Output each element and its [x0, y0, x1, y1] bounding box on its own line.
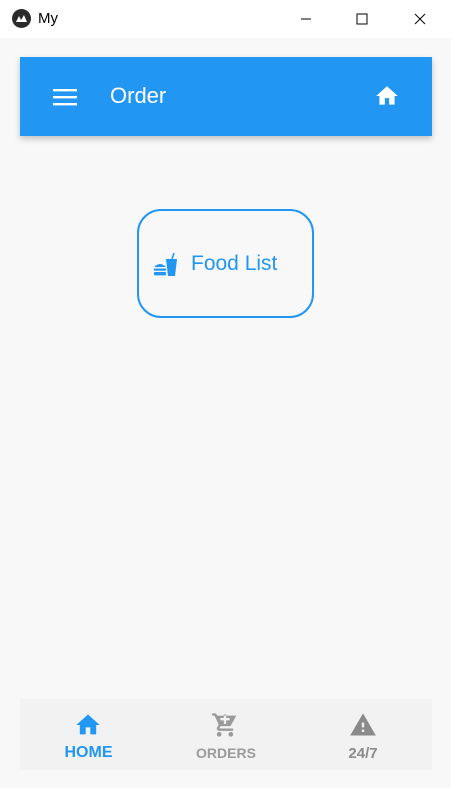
- minimize-button[interactable]: [278, 0, 334, 38]
- window-title: My: [38, 10, 58, 27]
- window-titlebar: My: [0, 0, 451, 38]
- home-icon: [74, 711, 102, 739]
- nav-label-orders: ORDERS: [196, 745, 256, 761]
- nav-label-247: 24/7: [348, 745, 378, 762]
- maximize-button[interactable]: [334, 0, 390, 38]
- food-icon: [153, 252, 179, 277]
- page-title: Order: [110, 83, 167, 108]
- cart-icon: [211, 711, 239, 739]
- home-icon[interactable]: [374, 83, 400, 109]
- bottom-navigation: HOME ORDERS 24/7: [20, 699, 432, 770]
- warning-icon: [349, 711, 377, 739]
- nav-item-home[interactable]: HOME: [20, 699, 157, 770]
- app-logo-icon: [12, 9, 31, 28]
- app-content: Order Food List HOME ORDERS 24/7: [0, 38, 451, 788]
- nav-item-orders[interactable]: ORDERS: [157, 699, 294, 770]
- nav-label-home: HOME: [64, 744, 113, 761]
- food-list-button[interactable]: Food List: [137, 209, 314, 318]
- food-list-label: Food List: [191, 252, 278, 275]
- menu-icon[interactable]: [53, 87, 77, 107]
- close-button[interactable]: [392, 0, 448, 38]
- top-app-bar: Order: [20, 57, 432, 136]
- nav-item-247[interactable]: 24/7: [294, 699, 432, 770]
